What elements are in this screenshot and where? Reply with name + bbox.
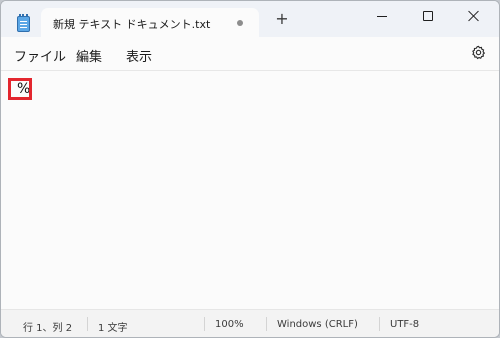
minimize-button[interactable] <box>359 1 405 31</box>
status-divider <box>204 317 205 331</box>
minimize-icon <box>377 15 387 17</box>
status-divider <box>266 317 267 331</box>
status-divider <box>87 317 88 331</box>
maximize-icon <box>423 11 433 21</box>
unsaved-dot-icon[interactable] <box>237 20 243 26</box>
character-count: 1 文字 <box>98 323 128 334</box>
notepad-icon <box>17 14 30 32</box>
notepad-window: 新規 テキスト ドキュメント.txt + ファイル 編集 表示 % 行 1、列 … <box>0 0 500 338</box>
document-tab[interactable]: 新規 テキスト ドキュメント.txt <box>41 8 259 37</box>
title-bar[interactable]: 新規 テキスト ドキュメント.txt + <box>1 1 499 37</box>
close-button[interactable] <box>451 1 497 31</box>
highlight-box <box>8 78 32 100</box>
tab-title: 新規 テキスト ドキュメント.txt <box>53 18 211 31</box>
zoom-level[interactable]: 100% <box>215 319 244 330</box>
status-bar: 行 1、列 2 1 文字 100% Windows (CRLF) UTF-8 <box>1 309 499 337</box>
cursor-position[interactable]: 行 1、列 2 <box>23 319 72 334</box>
close-icon <box>468 10 480 22</box>
new-tab-button[interactable]: + <box>274 11 290 27</box>
menu-file[interactable]: ファイル <box>14 46 66 65</box>
status-divider <box>379 317 380 331</box>
menu-view[interactable]: 表示 <box>126 46 152 65</box>
maximize-button[interactable] <box>405 1 451 31</box>
gear-icon[interactable] <box>471 45 486 60</box>
line-ending[interactable]: Windows (CRLF) <box>277 319 358 330</box>
menu-edit[interactable]: 編集 <box>76 46 102 65</box>
encoding[interactable]: UTF-8 <box>390 319 419 330</box>
text-editor[interactable]: % <box>1 71 499 309</box>
menu-bar: ファイル 編集 表示 <box>1 37 499 71</box>
